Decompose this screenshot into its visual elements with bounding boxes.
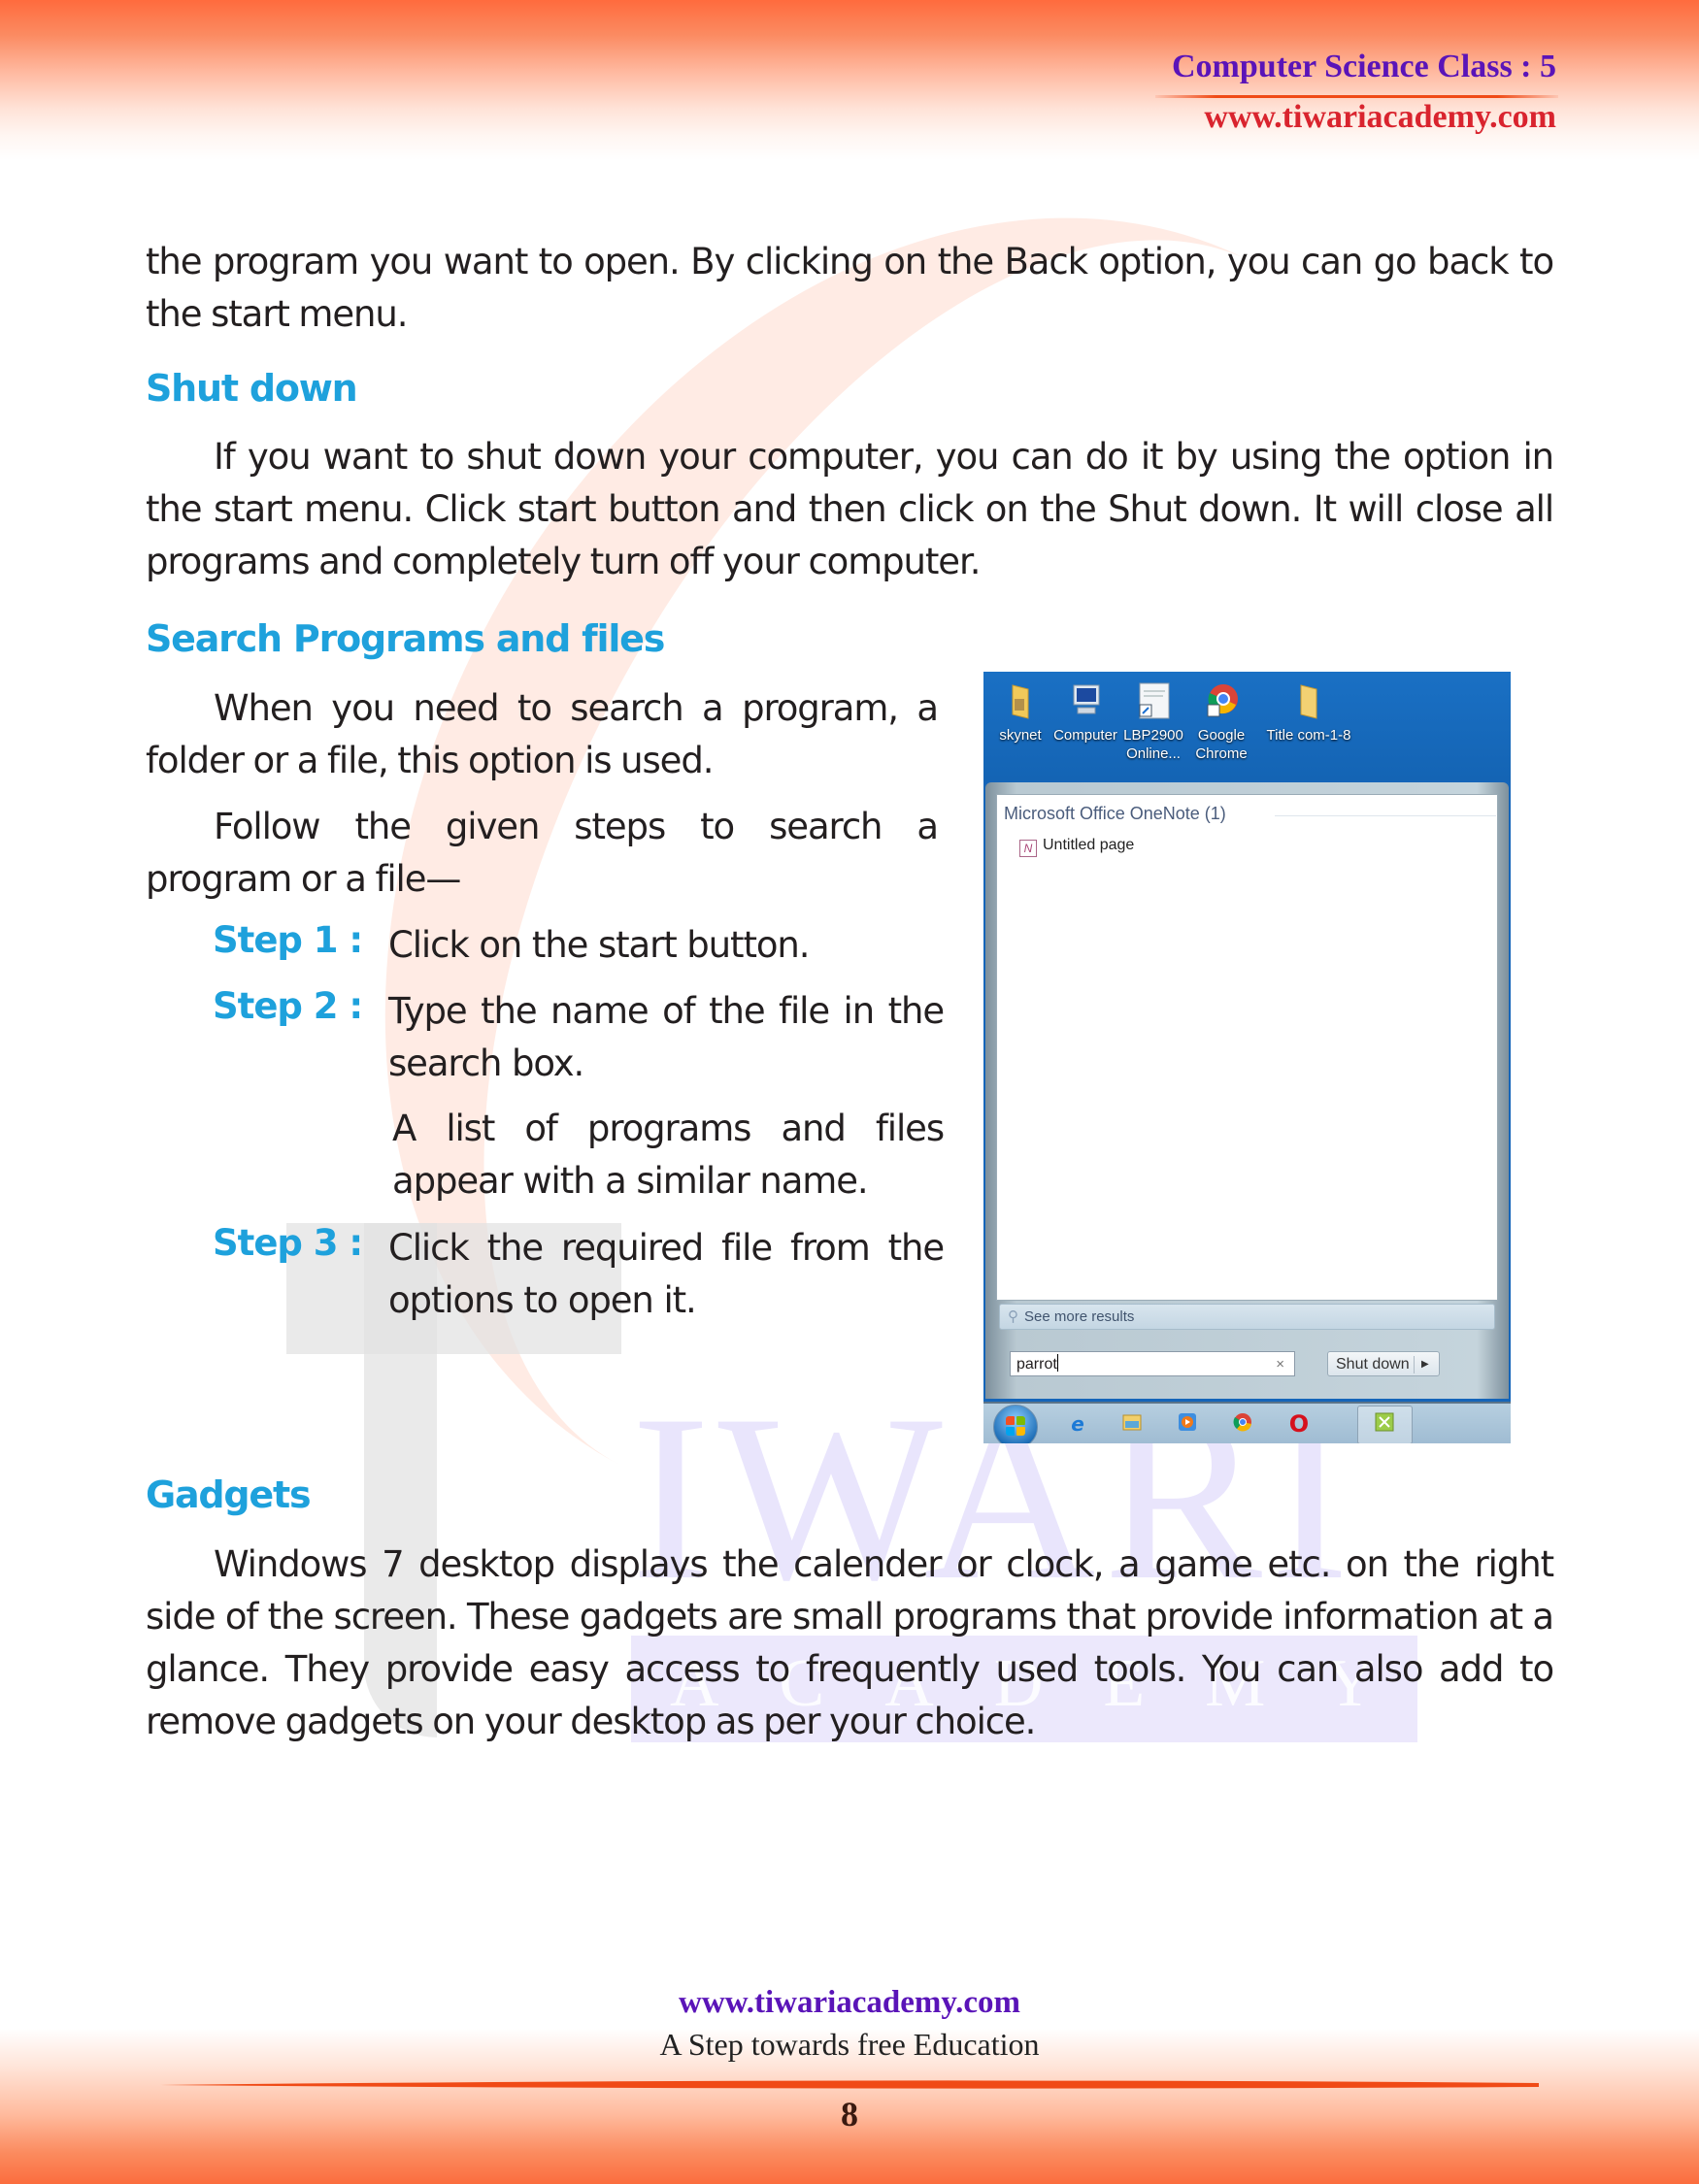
search-heading: Search Programs and files	[146, 617, 665, 660]
footer-url[interactable]: www.tiwariacademy.com	[0, 1985, 1699, 2021]
folder-icon	[1012, 684, 1029, 719]
taskbar: e O	[983, 1402, 1511, 1443]
shutdown-button[interactable]: Shut down ▶	[1327, 1351, 1440, 1376]
internet-explorer-icon[interactable]: e	[1065, 1411, 1090, 1437]
search-input-value: parrot	[1016, 1356, 1057, 1373]
step-2-text: Type the name of the file in the search …	[388, 990, 945, 1084]
header-divider	[1155, 95, 1558, 98]
header-url[interactable]: www.tiwariacademy.com	[1204, 99, 1556, 136]
search-icon: ⚲	[1008, 1308, 1018, 1325]
desktop: skynet Computer LBP2900 Online... Google…	[983, 672, 1511, 780]
shutdown-paragraph: If you want to shut down your computer, …	[146, 436, 1554, 582]
shortcut-document-icon	[1139, 682, 1170, 719]
footer-divider	[160, 2080, 1539, 2089]
header-title: Computer Science Class : 5	[1172, 49, 1556, 84]
result-group-title: Microsoft Office OneNote (1)	[1004, 804, 1226, 823]
folder-icon	[1300, 684, 1317, 719]
shutdown-heading-block: Shut down	[146, 367, 358, 410]
gadgets-paragraph: Windows 7 desktop displays the calender …	[146, 1543, 1554, 1742]
onenote-page-icon: N	[1019, 840, 1037, 857]
desktop-icon-chrome[interactable]: Google Chrome	[1178, 681, 1265, 763]
shutdown-paragraph-block: If you want to shut down your computer, …	[146, 431, 1554, 588]
file-explorer-icon[interactable]	[1119, 1411, 1145, 1437]
start-orb-icon[interactable]	[993, 1405, 1038, 1443]
media-player-icon[interactable]	[1175, 1411, 1200, 1437]
windows7-start-menu-screenshot: skynet Computer LBP2900 Online... Google…	[983, 672, 1511, 1443]
result-group-divider	[1275, 815, 1496, 816]
search-heading-block: Search Programs and files	[146, 617, 665, 660]
search-results-pane	[996, 794, 1498, 1301]
gadgets-paragraph-block: Windows 7 desktop displays the calender …	[146, 1539, 1554, 1748]
clear-search-icon[interactable]: ×	[1276, 1352, 1284, 1377]
shutdown-button-label: Shut down	[1336, 1356, 1410, 1373]
result-item-untitled-page[interactable]: N Untitled page	[1019, 837, 1134, 857]
desktop-icon-label: skynet	[999, 727, 1042, 744]
desktop-icon-label: Computer	[1053, 727, 1117, 744]
search-paragraph1-block: When you need to search a program, a fol…	[146, 682, 939, 787]
snipping-tool-icon[interactable]	[1372, 1411, 1397, 1437]
opera-icon[interactable]: O	[1286, 1411, 1312, 1437]
step-1-label: Step 1 :	[213, 919, 363, 961]
gadgets-heading: Gadgets	[146, 1473, 312, 1516]
search-paragraph-1: When you need to search a program, a fol…	[146, 687, 939, 781]
page-number: 8	[841, 2095, 858, 2134]
computer-icon	[1073, 684, 1100, 714]
step-1-text: Click on the start button.	[388, 924, 811, 966]
see-more-results-button[interactable]: ⚲ See more results	[999, 1304, 1495, 1330]
intro-paragraph: the program you want to open. By clickin…	[146, 241, 1554, 335]
chrome-icon	[1207, 684, 1238, 717]
text-caret	[1056, 1354, 1058, 1372]
start-search-input[interactable]: parrot ×	[1010, 1351, 1295, 1376]
step-3-label: Step 3 :	[213, 1222, 363, 1264]
result-item-label: Untitled page	[1043, 837, 1135, 853]
search-paragraph-2: Follow the given steps to search a progr…	[146, 806, 939, 900]
chrome-icon[interactable]	[1230, 1411, 1255, 1437]
search-paragraph2-block: Follow the given steps to search a progr…	[146, 801, 939, 906]
step-2-note: A list of programs and files appear with…	[392, 1108, 945, 1202]
desktop-icon-title-com[interactable]: Title com-1-8	[1255, 681, 1362, 745]
see-more-label: See more results	[1024, 1308, 1135, 1325]
desktop-icon-label: Title com-1-8	[1266, 727, 1351, 744]
footer-tagline: A Step towards free Education	[659, 2027, 1040, 2062]
shutdown-heading: Shut down	[146, 367, 358, 410]
step-3-text: Click the required file from the options…	[388, 1227, 945, 1321]
gadgets-heading-block: Gadgets	[146, 1473, 312, 1516]
step-2-label: Step 2 :	[213, 985, 363, 1027]
desktop-icon-label: LBP2900 Online...	[1123, 727, 1183, 762]
shutdown-button-separator	[1414, 1356, 1415, 1373]
desktop-icon-label: Google Chrome	[1195, 727, 1248, 762]
shutdown-options-arrow-icon[interactable]: ▶	[1421, 1352, 1429, 1377]
intro-paragraph-block: the program you want to open. By clickin…	[146, 236, 1554, 341]
